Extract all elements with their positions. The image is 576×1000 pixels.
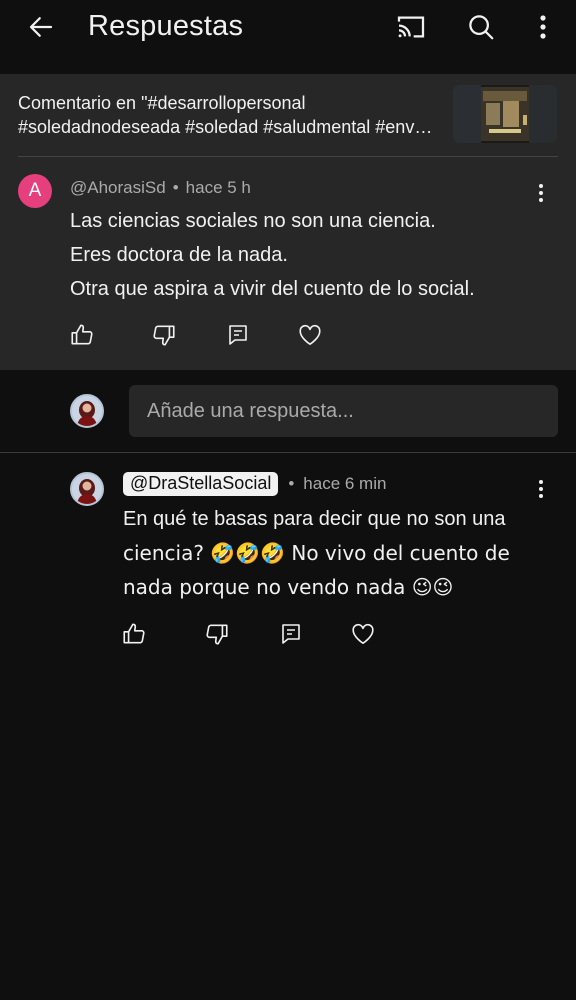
comment-text: Las ciencias sociales no son una ciencia…: [70, 204, 475, 306]
dislike-icon[interactable]: [203, 620, 231, 648]
meta-separator: •: [288, 474, 295, 493]
comment-line: Las ciencias sociales no son una ciencia…: [70, 210, 436, 232]
avatar[interactable]: [70, 394, 104, 428]
context-line-1: Comentario en "#desarrollopersonal: [18, 93, 306, 113]
comment-line: nada porque no vendo nada 😉😉: [123, 575, 454, 599]
meta-separator: •: [172, 178, 179, 197]
search-icon[interactable]: [460, 6, 502, 48]
like-icon[interactable]: [68, 321, 96, 349]
divider: [18, 156, 558, 157]
parent-comment-panel: Comentario en "#desarrollopersonal #sole…: [0, 74, 576, 370]
heart-icon[interactable]: [349, 620, 377, 648]
avatar[interactable]: [70, 472, 104, 506]
comment-time: hace 6 min: [303, 474, 387, 493]
like-icon[interactable]: [120, 620, 148, 648]
comment-line: Eres doctora de la nada.: [70, 244, 288, 266]
comment-meta: @AhorasiSd • hace 5 h: [70, 178, 251, 198]
reply-icon[interactable]: [224, 321, 252, 349]
comment-time: hace 5 h: [185, 178, 251, 197]
context-line-2: #soledadnodeseada #soledad #saludmental …: [18, 117, 433, 137]
avatar[interactable]: A: [18, 174, 52, 208]
reply-icon[interactable]: [277, 620, 305, 648]
page-title: Respuestas: [88, 10, 244, 42]
creator-author-chip[interactable]: @DraStellaSocial: [123, 472, 279, 496]
comment-more-icon[interactable]: [529, 475, 553, 503]
comment-line: En qué te basas para decir que no son un…: [123, 508, 506, 530]
video-thumbnail[interactable]: [453, 85, 557, 143]
comment-line: Otra que aspira a vivir del cuento de lo…: [70, 278, 475, 300]
back-arrow-icon[interactable]: [20, 6, 62, 48]
dislike-icon[interactable]: [150, 321, 178, 349]
divider: [0, 452, 576, 453]
reply-compose-row: Añade una respuesta...: [0, 370, 576, 452]
heart-icon[interactable]: [296, 321, 324, 349]
top-app-bar: Respuestas: [0, 0, 576, 74]
video-context-link[interactable]: Comentario en "#desarrollopersonal #sole…: [18, 91, 448, 139]
comment-text: En qué te basas para decir que no son un…: [123, 502, 510, 604]
comment-meta: @DraStellaSocial • hace 6 min: [123, 472, 386, 496]
comment-line: ciencia? 🤣🤣🤣 No vivo del cuento de: [123, 541, 510, 565]
cast-icon[interactable]: [390, 6, 432, 48]
more-vert-icon[interactable]: [524, 6, 562, 48]
reply-input[interactable]: Añade una respuesta...: [129, 385, 558, 437]
comment-author[interactable]: @AhorasiSd: [70, 178, 166, 197]
comment-more-icon[interactable]: [529, 179, 553, 207]
